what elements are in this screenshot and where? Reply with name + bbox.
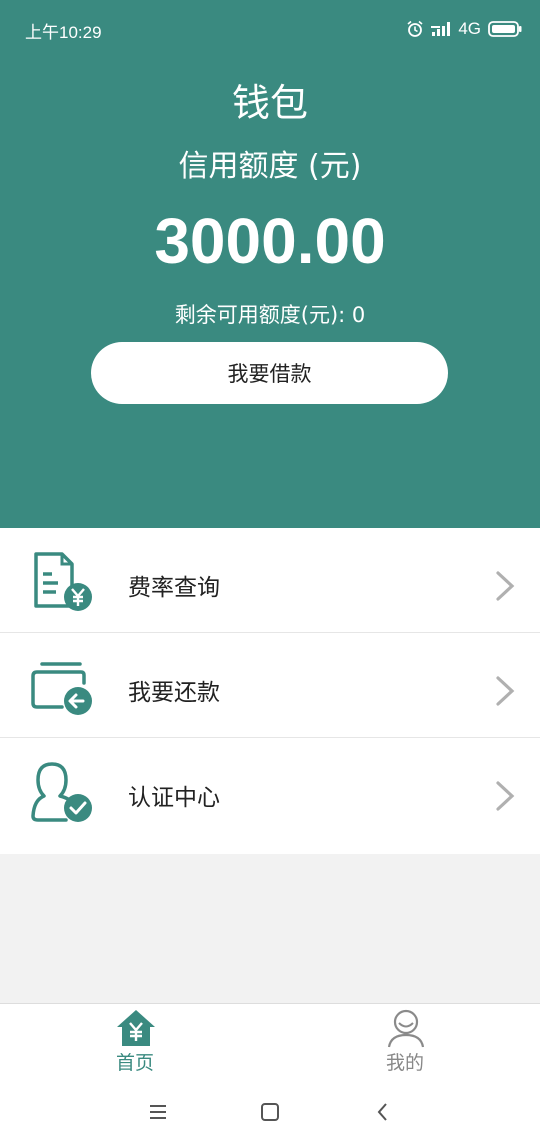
tab-label: 首页 bbox=[115, 1052, 154, 1074]
home-yuan-icon bbox=[117, 1010, 155, 1046]
chevron-right-icon bbox=[496, 571, 515, 601]
menu-item-rate-query[interactable]: 费率查询 bbox=[0, 528, 540, 633]
tab-mine[interactable]: 我的 bbox=[270, 1004, 540, 1084]
repay-wallet-icon bbox=[31, 662, 92, 715]
menu-item-label: 我要还款 bbox=[128, 680, 220, 706]
status-bar: 上午10:29 4G bbox=[0, 0, 540, 60]
bottom-tab-bar: 首页 我的 bbox=[0, 1003, 540, 1084]
signal-icon bbox=[431, 22, 451, 36]
menu-item-repay[interactable]: 我要还款 bbox=[0, 633, 540, 738]
menu-list: 费率查询 我要还款 认证中心 bbox=[0, 528, 540, 854]
wallet-header: 上午10:29 4G 钱包 信用额度 (元) 3000.00 剩余可用额度(元)… bbox=[0, 0, 540, 528]
battery-icon bbox=[488, 21, 522, 37]
tab-home[interactable]: 首页 bbox=[0, 1004, 270, 1084]
menu-item-verification[interactable]: 认证中心 bbox=[0, 738, 540, 854]
credit-limit-label: 信用额度 (元) bbox=[178, 149, 362, 184]
chevron-right-icon bbox=[496, 781, 515, 811]
menu-icon[interactable] bbox=[143, 1097, 173, 1127]
credit-limit-amount: 3000.00 bbox=[154, 205, 386, 277]
chevron-right-icon bbox=[496, 676, 515, 706]
menu-item-label: 认证中心 bbox=[128, 785, 220, 811]
system-navigation-bar bbox=[0, 1083, 540, 1140]
borrow-button[interactable]: 我要借款 bbox=[91, 342, 448, 404]
menu-item-label: 费率查询 bbox=[128, 575, 220, 601]
back-icon[interactable] bbox=[368, 1097, 398, 1127]
alarm-icon bbox=[407, 20, 423, 37]
tab-label: 我的 bbox=[385, 1052, 424, 1074]
status-icons: 4G bbox=[406, 15, 522, 43]
home-square-icon[interactable] bbox=[255, 1097, 285, 1127]
page-title: 钱包 bbox=[231, 81, 308, 125]
network-type: 4G bbox=[458, 19, 481, 38]
status-time: 上午10:29 bbox=[25, 23, 102, 42]
remaining-credit: 剩余可用额度(元): 0 bbox=[174, 303, 366, 327]
rate-document-icon bbox=[34, 552, 92, 611]
user-icon bbox=[387, 1009, 425, 1048]
verified-user-icon bbox=[31, 762, 92, 822]
